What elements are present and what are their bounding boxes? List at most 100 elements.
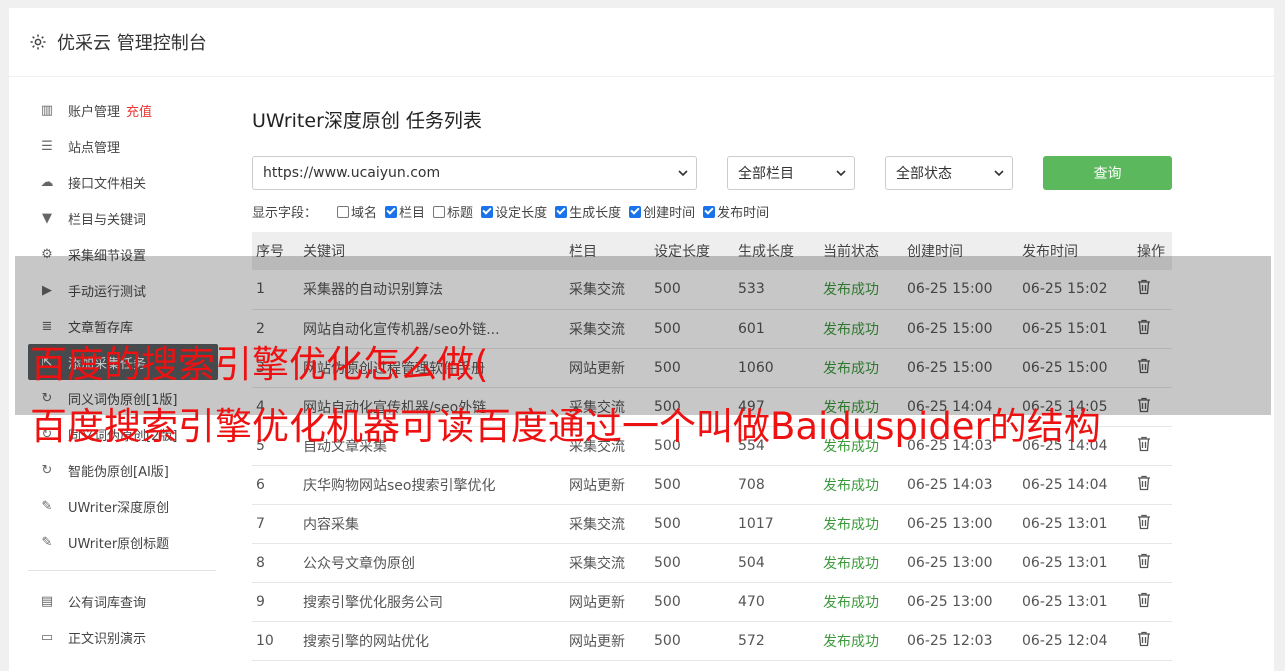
table-cell: 10 xyxy=(252,621,299,661)
table-cell[interactable]: 搜索引擎的网站优化 xyxy=(299,621,565,661)
table-cell: 网站更新 xyxy=(565,621,650,661)
sidebar-item-account[interactable]: ▥ 账户管理 充值 xyxy=(28,92,218,128)
table-cell[interactable]: 内容采集 xyxy=(299,504,565,544)
table-cell: 500 xyxy=(650,621,734,661)
checkbox-label: 生成长度 xyxy=(569,206,622,221)
trash-icon[interactable] xyxy=(1137,514,1151,530)
sidebar-item-text-recognition[interactable]: ▭ 正文识别演示 xyxy=(28,619,218,655)
trash-icon[interactable] xyxy=(1137,553,1151,569)
book-icon: ▤ xyxy=(40,593,54,609)
checkbox-label: 创建时间 xyxy=(643,206,696,221)
checkbox[interactable] xyxy=(703,205,716,218)
checkbox[interactable] xyxy=(555,205,568,218)
checkbox-label: 栏目 xyxy=(399,206,426,221)
field-checkbox-domain[interactable]: 域名 xyxy=(337,202,377,221)
cloud-upload-icon: ☁ xyxy=(40,174,54,190)
sidebar-item-public-lexicon[interactable]: ▤ 公有词库查询 xyxy=(28,583,218,619)
sidebar-item-label: 账户管理 xyxy=(68,104,121,120)
table-cell: 7 xyxy=(252,504,299,544)
table-cell[interactable]: 搜索引擎优化服务公司 xyxy=(299,582,565,622)
sidebar-item-ai-rewrite[interactable]: ↻ 智能伪原创[AI版] xyxy=(28,452,218,488)
table-cell: 发布成功 xyxy=(819,543,903,583)
refresh-icon: ↻ xyxy=(41,462,53,478)
field-checkbox-published[interactable]: 发布时间 xyxy=(703,202,769,221)
recharge-link[interactable]: 充值 xyxy=(126,101,152,120)
table-cell: 500 xyxy=(650,543,734,583)
display-fields: 显示字段： 域名 栏目 标题 设定长度 生成长度 创建时间 发布时间 xyxy=(252,202,777,221)
table-cell: 发布成功 xyxy=(819,582,903,622)
table-cell[interactable]: 庆华购物网站seo搜索引擎优化 xyxy=(299,465,565,505)
sidebar-item-label: 正文识别演示 xyxy=(68,631,147,647)
checkbox-label: 发布时间 xyxy=(717,206,770,221)
table-cell: 采集交流 xyxy=(565,504,650,544)
server-icon: ☰ xyxy=(41,138,53,154)
table-cell-action xyxy=(1133,504,1172,544)
table-cell[interactable]: 公众号文章伪原创 xyxy=(299,543,565,583)
table-cell: 06-25 14:03 xyxy=(903,465,1018,505)
table-cell-action xyxy=(1133,621,1172,661)
table-cell: 发布成功 xyxy=(819,465,903,505)
sidebar-item-columns[interactable]: ▼ 栏目与关键词 xyxy=(28,200,218,236)
sidebar-item-label: 接口文件相关 xyxy=(68,176,147,192)
chevron-down-icon xyxy=(836,170,846,177)
table-cell-action xyxy=(1133,582,1172,622)
table-cell: 8 xyxy=(252,543,299,583)
sidebar-item-uwriter[interactable]: ✎ UWriter深度原创 xyxy=(28,488,218,524)
sidebar-item-label: 智能伪原创[AI版] xyxy=(68,464,169,480)
sidebar-item-label: UWriter原创标题 xyxy=(68,536,170,552)
table-cell: 发布成功 xyxy=(819,504,903,544)
trash-icon[interactable] xyxy=(1137,592,1151,608)
sidebar-item-sites[interactable]: ☰ 站点管理 xyxy=(28,128,218,164)
edit-icon: ✎ xyxy=(41,534,53,550)
sidebar-divider xyxy=(28,570,216,571)
page-title: UWriter深度原创 任务列表 xyxy=(252,110,482,132)
table-cell: 发布成功 xyxy=(819,621,903,661)
filter-icon: ▼ xyxy=(42,210,52,226)
checkbox[interactable] xyxy=(433,205,446,218)
table-cell: 06-25 14:04 xyxy=(1018,465,1133,505)
table-cell: 06-25 13:01 xyxy=(1018,543,1133,583)
checkbox[interactable] xyxy=(481,205,494,218)
table-row: 9 搜索引擎优化服务公司 网站更新 500 470 发布成功 06-25 13:00 06-2… xyxy=(252,582,1172,622)
trash-icon[interactable] xyxy=(1137,631,1151,647)
table-row: 7 内容采集 采集交流 500 1017 发布成功 06-25 13:00 06-25 13:… xyxy=(252,504,1172,544)
monitor-icon: ▭ xyxy=(40,629,54,645)
field-checkbox-set-length[interactable]: 设定长度 xyxy=(481,202,547,221)
site-select[interactable]: https://www.ucaiyun.com xyxy=(252,156,697,190)
column-select[interactable]: 全部栏目 xyxy=(727,156,855,190)
overlay-band xyxy=(15,256,1271,415)
field-checkbox-title[interactable]: 标题 xyxy=(433,202,473,221)
console-title: 优采云 管理控制台 xyxy=(57,33,207,54)
status-select[interactable]: 全部状态 xyxy=(885,156,1013,190)
table-cell: 6 xyxy=(252,465,299,505)
overlay-headline: 百度的搜索引擎优化怎么做( xyxy=(30,343,489,386)
table-cell: 500 xyxy=(650,504,734,544)
table-cell: 500 xyxy=(650,582,734,622)
field-checkbox-gen-length[interactable]: 生成长度 xyxy=(555,202,621,221)
sidebar-item-label: 公有词库查询 xyxy=(68,595,147,611)
trash-icon[interactable] xyxy=(1137,475,1151,491)
sidebar-item-label: 栏目与关键词 xyxy=(68,212,147,228)
site-select-value: https://www.ucaiyun.com xyxy=(263,165,441,181)
table-cell: 06-25 13:00 xyxy=(903,582,1018,622)
table-cell: 06-25 12:04 xyxy=(1018,621,1133,661)
checkbox-label: 设定长度 xyxy=(495,206,548,221)
checkbox[interactable] xyxy=(337,205,350,218)
query-button[interactable]: 查询 xyxy=(1043,156,1172,190)
sidebar-item-interface[interactable]: ☁ 接口文件相关 xyxy=(28,164,218,200)
sidebar-item-uwriter-title[interactable]: ✎ UWriter原创标题 xyxy=(28,524,218,560)
field-checkbox-created[interactable]: 创建时间 xyxy=(629,202,695,221)
field-checkbox-column[interactable]: 栏目 xyxy=(385,202,425,221)
table-cell: 采集交流 xyxy=(565,543,650,583)
edit-icon: ✎ xyxy=(41,498,53,514)
trash-icon[interactable] xyxy=(1137,436,1151,452)
table-cell: 网站更新 xyxy=(565,582,650,622)
checkbox[interactable] xyxy=(629,205,642,218)
chevron-down-icon xyxy=(994,170,1004,177)
table-cell: 06-25 13:00 xyxy=(903,543,1018,583)
gear-icon xyxy=(30,34,46,50)
checkbox-label: 标题 xyxy=(447,206,474,221)
overlay-subline: 百度搜索引擎优化机器可读百度通过一个叫做Baiduspider的结构 xyxy=(30,405,1101,448)
table-cell: 06-25 12:03 xyxy=(903,621,1018,661)
checkbox[interactable] xyxy=(385,205,398,218)
